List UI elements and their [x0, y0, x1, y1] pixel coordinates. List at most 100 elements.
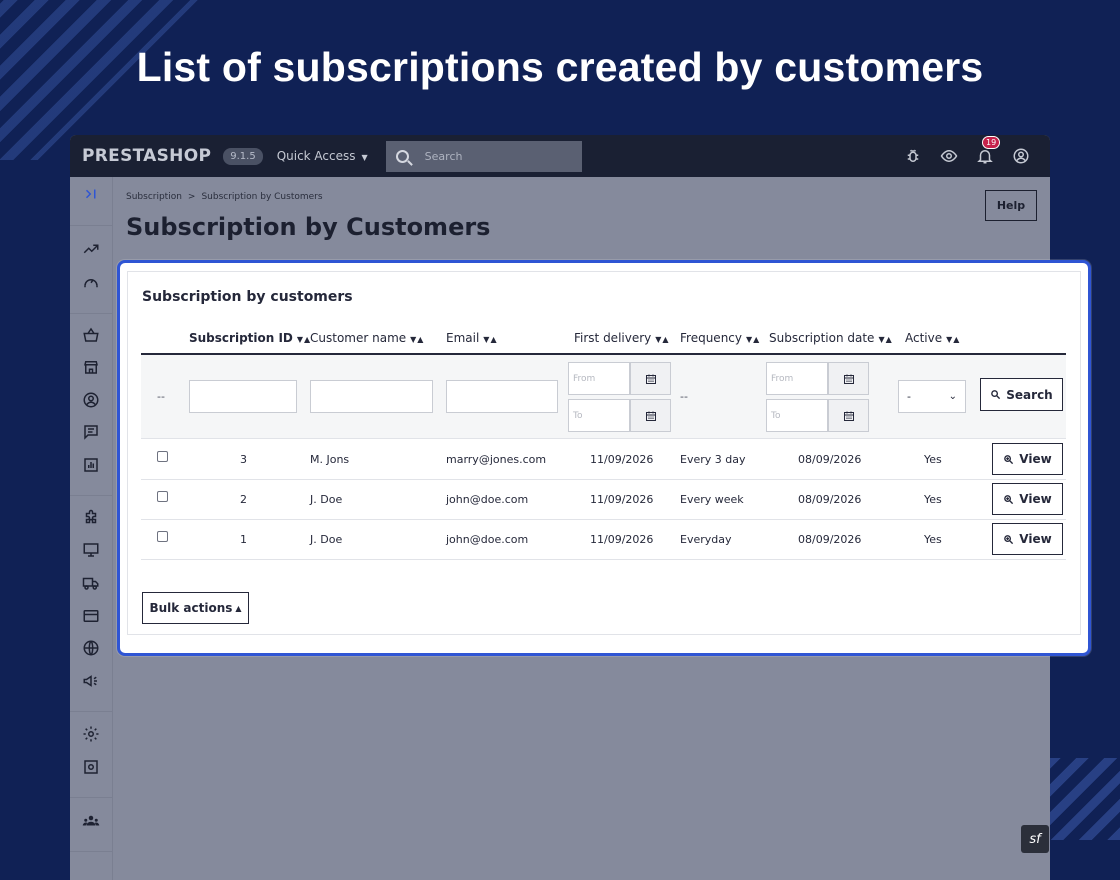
quick-access-menu[interactable]: Quick Access ▼: [277, 149, 368, 163]
filter-customer-name-input[interactable]: [310, 380, 433, 413]
row-divider: [141, 479, 1066, 480]
decorative-stripes-bottom-right: [1050, 758, 1120, 840]
monitor-icon[interactable]: [82, 541, 100, 559]
filter-frequency-dash: --: [680, 390, 688, 403]
view-button-label: View: [1019, 532, 1052, 546]
calendar-icon[interactable]: [630, 399, 671, 432]
cell-email: john@doe.com: [446, 533, 529, 546]
column-header-customer-name[interactable]: Customer name ▼▲: [310, 331, 424, 345]
row-divider: [141, 559, 1066, 560]
cell-subscription-id: 2: [240, 493, 247, 506]
breadcrumb-separator: >: [187, 192, 196, 202]
store-icon[interactable]: [82, 358, 100, 376]
cell-first-delivery: 11/09/2026: [590, 453, 654, 466]
calendar-icon[interactable]: [828, 362, 869, 395]
cell-customer-name: J. Doe: [310, 493, 343, 506]
search-icon: [395, 149, 409, 163]
cell-subscription-date: 08/09/2026: [798, 453, 862, 466]
view-button[interactable]: View: [992, 443, 1063, 475]
cell-frequency: Every week: [680, 493, 744, 506]
filter-first-delivery-from-input[interactable]: From: [568, 362, 630, 395]
filter-first-delivery-to-input[interactable]: To: [568, 399, 630, 432]
advanced-settings-icon[interactable]: [82, 758, 100, 776]
breadcrumb-parent[interactable]: Subscription: [126, 192, 182, 202]
team-icon[interactable]: [82, 812, 100, 830]
column-header-frequency[interactable]: Frequency ▼▲: [680, 331, 760, 345]
filter-subscription-id-input[interactable]: [189, 380, 297, 413]
view-button-label: View: [1019, 492, 1052, 506]
subscriptions-card: Subscription by customers Subscription I…: [127, 271, 1081, 635]
filter-subscription-date-from-input[interactable]: From: [766, 362, 828, 395]
filter-active-value: -: [907, 390, 911, 403]
search-button[interactable]: Search: [980, 378, 1063, 411]
zoom-in-icon: [1004, 454, 1014, 464]
row-checkbox[interactable]: [157, 531, 168, 542]
sort-icon: ▼▲: [878, 335, 893, 344]
search-placeholder: Search: [424, 149, 463, 163]
column-header-subscription-date[interactable]: Subscription date ▼▲: [769, 331, 893, 345]
calendar-icon[interactable]: [828, 399, 869, 432]
filter-active-select[interactable]: - ⌄: [898, 380, 966, 413]
trending-up-icon[interactable]: [82, 240, 100, 258]
stats-icon[interactable]: [82, 456, 100, 474]
cell-customer-name: M. Jons: [310, 453, 350, 466]
row-divider: [141, 519, 1066, 520]
notification-badge: 19: [982, 136, 1001, 149]
credit-card-icon[interactable]: [82, 607, 100, 625]
cell-first-delivery: 11/09/2026: [590, 493, 654, 506]
filter-subscription-date-to-input[interactable]: To: [766, 399, 828, 432]
debug-icon[interactable]: [904, 147, 922, 165]
bulk-actions-button[interactable]: Bulk actions ▲: [142, 592, 249, 624]
sidebar: [70, 177, 113, 880]
search-button-label: Search: [1006, 387, 1053, 402]
brand-logo: PRESTASHOP: [82, 146, 212, 166]
expand-sidebar-icon[interactable]: [82, 185, 100, 203]
cell-subscription-id: 1: [240, 533, 247, 546]
globe-icon[interactable]: [82, 639, 100, 657]
column-header-subscription-id[interactable]: Subscription ID ▼▲: [189, 331, 311, 345]
eye-icon[interactable]: [940, 147, 958, 165]
customer-icon[interactable]: [82, 391, 100, 409]
search-icon: [991, 390, 1001, 400]
column-header-first-delivery[interactable]: First delivery ▼▲: [574, 331, 670, 345]
bulk-actions-label: Bulk actions: [149, 601, 233, 615]
row-checkbox[interactable]: [157, 451, 168, 462]
sort-icon: ▼▲: [655, 335, 670, 344]
column-header-email[interactable]: Email ▼▲: [446, 331, 498, 345]
view-button[interactable]: View: [992, 483, 1063, 515]
view-button-label: View: [1019, 452, 1052, 466]
filter-email-input[interactable]: [446, 380, 558, 413]
megaphone-icon[interactable]: [82, 672, 100, 690]
cell-subscription-date: 08/09/2026: [798, 493, 862, 506]
cell-email: marry@jones.com: [446, 453, 547, 466]
row-checkbox[interactable]: [157, 491, 168, 502]
chevron-down-icon: ▼: [361, 153, 368, 162]
speedometer-icon[interactable]: [82, 273, 100, 291]
filter-placeholder-dash: --: [157, 390, 165, 403]
truck-icon[interactable]: [82, 574, 100, 592]
column-header-active[interactable]: Active ▼▲: [905, 331, 960, 345]
cell-email: john@doe.com: [446, 493, 529, 506]
breadcrumb-current: Subscription by Customers: [201, 192, 323, 202]
message-icon[interactable]: [82, 423, 100, 441]
sort-icon: ▼▲: [746, 335, 761, 344]
account-icon[interactable]: [1012, 147, 1030, 165]
cell-first-delivery: 11/09/2026: [590, 533, 654, 546]
sort-icon: ▼▲: [410, 335, 425, 344]
view-button[interactable]: View: [992, 523, 1063, 555]
calendar-icon[interactable]: [630, 362, 671, 395]
search-input[interactable]: Search: [385, 140, 582, 172]
cell-customer-name: J. Doe: [310, 533, 343, 546]
chevron-down-icon: ⌄: [948, 391, 957, 402]
chevron-up-icon: ▲: [235, 603, 242, 613]
symfony-icon[interactable]: sf: [1021, 825, 1049, 853]
bell-icon[interactable]: 19: [976, 136, 1001, 165]
highlighted-card-frame: Subscription by customers Subscription I…: [117, 260, 1091, 656]
cell-subscription-id: 3: [240, 453, 247, 466]
help-button[interactable]: Help: [985, 190, 1037, 221]
gear-icon[interactable]: [82, 725, 100, 743]
basket-icon[interactable]: [82, 326, 100, 344]
puzzle-icon[interactable]: [82, 509, 100, 527]
cell-subscription-date: 08/09/2026: [798, 533, 862, 546]
page-title: Subscription by Customers: [126, 213, 491, 241]
